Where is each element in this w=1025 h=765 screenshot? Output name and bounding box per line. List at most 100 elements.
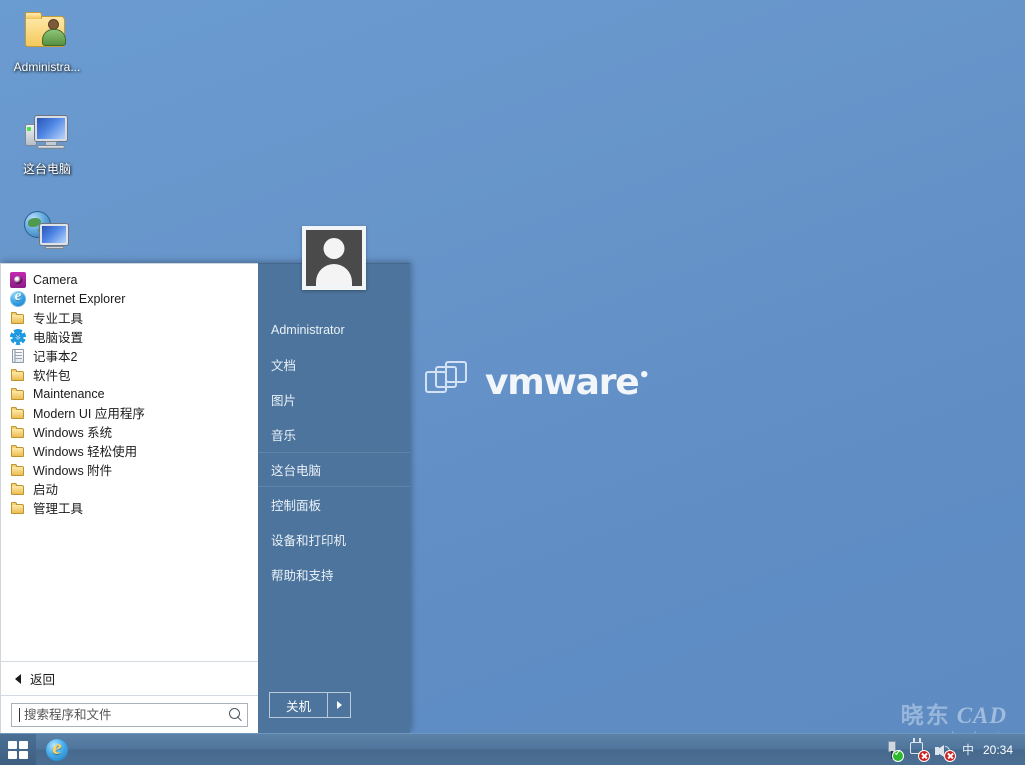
watermark-en-text: CAD [956, 703, 1007, 728]
shutdown-button-group: 关机 [269, 692, 352, 718]
notepad-icon [10, 348, 26, 364]
right-link-help-and-support[interactable]: 帮助和支持 [258, 557, 410, 592]
folder-icon [10, 424, 26, 440]
computer-icon [23, 110, 71, 158]
program-item-windows-accessories[interactable]: Windows 附件 [1, 460, 258, 479]
network-plug-icon[interactable] [907, 737, 930, 762]
program-item-startup[interactable]: 启动 [1, 479, 258, 498]
taskbar-buttons [36, 734, 78, 765]
user-name-label: Administrator [271, 322, 345, 337]
folder-icon [10, 386, 26, 402]
system-tray: 中 20:34 [879, 734, 1025, 765]
internet-explorer-icon [10, 288, 26, 307]
folder-icon [10, 443, 26, 459]
program-item-modern-ui-apps[interactable]: Modern UI 应用程序 [1, 403, 258, 422]
program-item-notepad2[interactable]: 记事本2 [1, 346, 258, 365]
ime-indicator[interactable]: 中 [957, 741, 979, 758]
program-item-label: Modern UI 应用程序 [33, 407, 145, 421]
right-link-control-panel[interactable]: 控制面板 [258, 487, 410, 522]
folder-icon [10, 500, 26, 516]
desktop-icon-label: 这台电脑 [22, 162, 71, 176]
desktop-icon-network[interactable] [4, 208, 90, 260]
windows-logo-icon [8, 740, 28, 759]
usb-icon[interactable] [881, 739, 904, 762]
program-item-label: 软件包 [33, 369, 71, 383]
folder-icon [10, 462, 26, 478]
watermark-cn-text: 晓东 [900, 702, 951, 728]
back-button-label: 返回 [30, 673, 56, 687]
start-button[interactable] [0, 734, 36, 765]
search-input[interactable] [24, 707, 225, 722]
folder-icon [10, 405, 26, 421]
program-item-label: 管理工具 [33, 502, 84, 516]
program-item-internet-explorer[interactable]: Internet Explorer [1, 288, 258, 308]
shutdown-options-button[interactable] [328, 693, 350, 717]
text-caret [19, 707, 20, 722]
program-item-label: 专业工具 [33, 312, 84, 326]
search-icon [229, 707, 243, 722]
program-item-windows-system[interactable]: Windows 系统 [1, 422, 258, 441]
program-item-label: Maintenance [33, 386, 105, 401]
vmware-logo-icon [425, 360, 471, 404]
start-menu-right-panel: Administrator 文档 图片 音乐 这台电脑 控制面板 设备和打印机 … [258, 226, 410, 733]
right-link-label: 图片 [271, 394, 297, 408]
right-link-label: 这台电脑 [271, 464, 322, 478]
start-menu-left-panel: Camera Internet Explorer 专业工具 电脑设置 记事本2 … [0, 263, 258, 733]
right-link-label: 音乐 [271, 429, 297, 443]
right-link-documents[interactable]: 文档 [258, 347, 410, 382]
program-item-label: Windows 系统 [33, 426, 113, 440]
right-link-label: 控制面板 [271, 499, 322, 513]
program-item-label: Camera [33, 272, 78, 287]
right-link-music[interactable]: 音乐 [258, 417, 410, 452]
folder-icon [10, 481, 26, 497]
user-avatar[interactable] [302, 226, 366, 290]
program-item-software-package[interactable]: 软件包 [1, 365, 258, 384]
right-link-label: 文档 [271, 359, 297, 373]
taskbar: 中 20:34 [0, 733, 1025, 765]
chevron-left-icon [15, 673, 21, 684]
chevron-right-icon [336, 701, 342, 709]
program-item-label: 启动 [33, 483, 59, 497]
internet-explorer-icon [46, 735, 68, 761]
back-button[interactable]: 返回 [1, 661, 258, 695]
program-item-label: Windows 附件 [33, 464, 113, 478]
user-name-link[interactable]: Administrator [258, 312, 410, 347]
program-item-pc-settings[interactable]: 电脑设置 [1, 327, 258, 346]
program-item-label: 电脑设置 [33, 331, 84, 345]
program-item-camera[interactable]: Camera [1, 270, 258, 289]
shutdown-button[interactable]: 关机 [270, 693, 329, 717]
shutdown-button-label: 关机 [286, 699, 312, 714]
shutdown-row: 关机 [258, 677, 410, 733]
program-item-administrative-tools[interactable]: 管理工具 [1, 498, 258, 517]
taskbar-clock[interactable]: 20:34 [979, 743, 1021, 757]
program-item-professional-tools[interactable]: 专业工具 [1, 308, 258, 327]
right-link-pictures[interactable]: 图片 [258, 382, 410, 417]
vmware-wordmark: vmware• [485, 361, 651, 403]
taskbar-item-internet-explorer[interactable] [36, 734, 78, 765]
folder-icon [10, 310, 26, 326]
folder-icon [10, 367, 26, 383]
start-menu: Camera Internet Explorer 专业工具 电脑设置 记事本2 … [0, 226, 410, 733]
program-list: Camera Internet Explorer 专业工具 电脑设置 记事本2 … [1, 264, 258, 661]
desktop-icon-label: Administra... [13, 60, 81, 74]
right-link-label: 帮助和支持 [271, 569, 334, 583]
vmware-watermark: vmware• [425, 360, 651, 404]
program-item-windows-ease-of-access[interactable]: Windows 轻松使用 [1, 441, 258, 460]
network-icon [23, 208, 71, 256]
right-link-devices-and-printers[interactable]: 设备和打印机 [258, 522, 410, 557]
vmware-trademark: • [638, 364, 651, 386]
right-link-this-pc[interactable]: 这台电脑 [258, 452, 410, 487]
desktop-icon-administrator[interactable]: Administra... [4, 8, 90, 74]
program-item-label: 记事本2 [33, 350, 78, 364]
folder-user-icon [23, 8, 71, 56]
speaker-icon[interactable] [933, 739, 956, 762]
right-links: Administrator 文档 图片 音乐 这台电脑 控制面板 设备和打印机 … [258, 312, 410, 592]
program-item-maintenance[interactable]: Maintenance [1, 384, 258, 403]
program-item-label: Internet Explorer [33, 291, 126, 306]
camera-icon [10, 271, 26, 288]
gear-icon [10, 328, 26, 345]
search-box[interactable] [11, 702, 248, 727]
desktop-icon-this-pc[interactable]: 这台电脑 [4, 110, 90, 176]
search-row [1, 695, 258, 733]
program-item-label: Windows 轻松使用 [33, 445, 138, 459]
